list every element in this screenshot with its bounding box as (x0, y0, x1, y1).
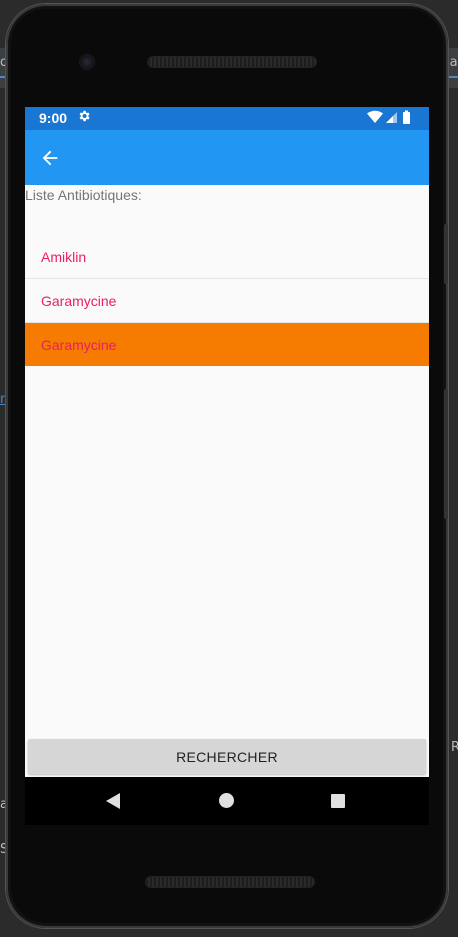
list-item-label: Amiklin (41, 249, 87, 265)
nav-back-icon[interactable] (106, 793, 120, 809)
list-item-label: Garamycine (41, 293, 117, 309)
status-time: 9:00 (39, 110, 68, 126)
nav-recents-icon[interactable] (331, 794, 345, 808)
battery-icon (403, 112, 410, 124)
system-nav-bar (25, 777, 429, 825)
app-screen: 9:00 Liste Antibiotiques: Amiklin Garamy… (25, 107, 429, 777)
list-item[interactable]: Garamycine (25, 279, 429, 323)
nav-home-icon[interactable] (219, 793, 234, 808)
front-camera (80, 55, 94, 69)
antibiotic-list: Amiklin Garamycine Garamycine (25, 235, 429, 366)
ide-fragment-text: R (451, 740, 458, 755)
volume-button (444, 224, 448, 284)
list-item-label: Garamycine (41, 337, 117, 353)
list-item[interactable]: Amiklin (25, 235, 429, 279)
list-item-selected[interactable]: Garamycine (25, 323, 429, 366)
app-bar (25, 130, 429, 185)
bottom-speaker (146, 877, 314, 887)
top-speaker (148, 57, 316, 67)
arrow-left-icon[interactable] (39, 147, 61, 169)
status-icons (367, 110, 417, 126)
wifi-icon (367, 110, 383, 123)
power-button (444, 389, 448, 519)
search-button[interactable]: RECHERCHER (28, 739, 426, 774)
status-bar: 9:00 (25, 107, 429, 130)
ide-tab-underline (448, 76, 458, 78)
gear-icon (77, 109, 91, 126)
list-heading: Liste Antibiotiques: (25, 187, 142, 203)
